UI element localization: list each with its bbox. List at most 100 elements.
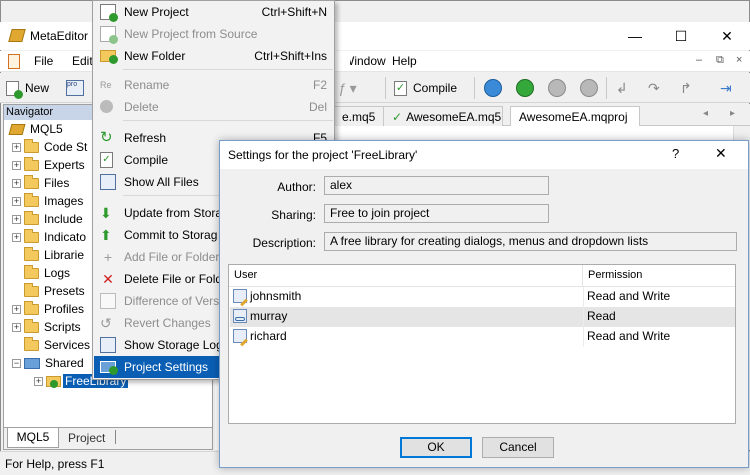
tree-item-label: Scripts: [44, 320, 81, 334]
menu-file[interactable]: File: [34, 54, 53, 68]
toggle-panel-icon[interactable]: ⇥: [720, 80, 740, 96]
project-icon[interactable]: pro: [66, 80, 84, 96]
cancel-button[interactable]: Cancel: [482, 437, 554, 458]
update-icon: ⬇: [100, 205, 112, 221]
tree-item[interactable]: Librarie: [24, 246, 84, 264]
tab-scroll-right-icon[interactable]: ▸: [730, 108, 735, 119]
step-into-icon[interactable]: ↲: [616, 80, 636, 96]
user-row[interactable]: richard Read and Write: [230, 327, 735, 347]
expand-icon[interactable]: +: [12, 232, 21, 242]
menu-item-label: New Folder: [124, 49, 186, 63]
menu-item-new-folder[interactable]: New Folder Ctrl+Shift+Ins: [94, 45, 335, 67]
compile-icon: ✓: [100, 152, 113, 168]
user-row-selected[interactable]: murray Read: [230, 307, 735, 327]
minimize-button[interactable]: —: [612, 24, 658, 48]
dialog-close-icon[interactable]: ✕: [715, 145, 727, 162]
tree-item-label: Images: [44, 194, 84, 208]
menu-help[interactable]: Help: [392, 54, 417, 68]
expand-icon[interactable]: +: [12, 178, 21, 188]
revert-icon: ↺: [100, 315, 112, 331]
expand-icon[interactable]: +: [12, 142, 21, 152]
tree-item[interactable]: + Scripts: [12, 318, 81, 336]
doc-close-icon[interactable]: ×: [736, 54, 742, 66]
user-edit-icon: [233, 329, 248, 347]
menu-item-rename[interactable]: Re Rename F2: [94, 74, 335, 96]
doc-minimize-icon[interactable]: –: [696, 54, 702, 66]
tree-item[interactable]: Services: [24, 336, 90, 354]
doc-restore-icon[interactable]: ⧉: [716, 54, 724, 67]
folder-icon: [24, 282, 39, 297]
menu-item-new-project-from-source[interactable]: New Project from Source: [94, 23, 335, 45]
tab-scroll-left-icon[interactable]: ◂: [703, 108, 708, 119]
expand-icon[interactable]: +: [12, 214, 21, 224]
menu-item-shortcut: F2: [312, 78, 327, 92]
new-button[interactable]: New: [6, 76, 49, 100]
commit-icon: ⬆: [100, 227, 112, 243]
tree-root[interactable]: MQL5: [8, 120, 63, 138]
tab-mql5[interactable]: MQL5: [7, 428, 59, 448]
user-row[interactable]: johnsmith Read and Write: [230, 287, 735, 307]
menu-item-label: Compile: [124, 153, 169, 167]
expand-icon[interactable]: +: [12, 196, 21, 206]
document-icon[interactable]: [8, 54, 20, 69]
format-icon: ƒ ▾: [338, 79, 357, 96]
help-icon[interactable]: ?: [672, 146, 679, 161]
tree-item[interactable]: + Images: [12, 192, 83, 210]
tree-item[interactable]: + Indicato: [12, 228, 86, 246]
menu-item-delete[interactable]: Delete Del: [94, 96, 335, 118]
maximize-button[interactable]: ☐: [658, 24, 704, 48]
expand-icon[interactable]: +: [12, 304, 21, 314]
user-name: murray: [250, 309, 288, 323]
tab-label: e.mq5: [342, 109, 376, 124]
user-permission: Read: [587, 309, 616, 323]
column-header-permission[interactable]: Permission: [583, 265, 735, 287]
delete-icon: [100, 100, 113, 113]
menu-item-new-project[interactable]: New Project Ctrl+Shift+N: [94, 1, 335, 23]
description-label: Description:: [252, 236, 316, 250]
tab-divider: [115, 430, 116, 444]
toolbar-separator: [606, 77, 607, 99]
compile-button[interactable]: ✓ Compile: [394, 76, 457, 100]
step-out-icon[interactable]: ↱: [680, 80, 700, 96]
start-real-icon[interactable]: [516, 79, 534, 97]
user-name: johnsmith: [250, 289, 302, 303]
tree-item[interactable]: + Include: [12, 210, 83, 228]
tree-item[interactable]: Logs: [24, 264, 70, 282]
new-label: New: [25, 81, 50, 95]
column-header-user[interactable]: User: [229, 265, 583, 287]
user-read-icon: [233, 309, 247, 323]
user-permission: Read and Write: [587, 289, 671, 303]
project-settings-icon: [100, 361, 118, 375]
tab-project[interactable]: Project: [68, 431, 105, 445]
refresh-icon: ↻: [100, 129, 113, 146]
tree-item[interactable]: + Files: [12, 174, 69, 192]
ok-button[interactable]: OK: [400, 437, 472, 458]
tab-document[interactable]: ✓ AwesomeEA.mq5: [383, 106, 503, 126]
collapse-icon[interactable]: −: [12, 358, 21, 368]
menu-separator: [123, 120, 333, 121]
format-button[interactable]: ƒ ▾: [338, 76, 357, 100]
menu-item-label: New Project from Source: [124, 27, 258, 41]
stop-icon[interactable]: [580, 79, 598, 97]
expand-icon[interactable]: +: [12, 160, 21, 170]
expand-icon[interactable]: +: [12, 322, 21, 332]
tree-item[interactable]: + Profiles: [12, 300, 84, 318]
start-debug-icon[interactable]: [484, 79, 502, 97]
tree-item-label: Librarie: [44, 248, 85, 262]
tree-item-label: Files: [44, 176, 70, 190]
tab-document-active[interactable]: AwesomeEA.mqproj: [510, 106, 640, 126]
description-field: A free library for creating dialogs, men…: [324, 232, 737, 251]
tree-item[interactable]: + Code St: [12, 138, 87, 156]
folder-icon: [24, 156, 39, 171]
pause-icon[interactable]: [548, 79, 566, 97]
project-folder-icon: [46, 375, 61, 388]
expand-icon[interactable]: +: [34, 376, 43, 386]
users-list: User Permission johnsmith Read and Write…: [228, 264, 736, 424]
close-button[interactable]: ✕: [704, 24, 750, 48]
menu-item-label: Rename: [124, 78, 170, 92]
step-over-icon[interactable]: ↷: [648, 80, 668, 96]
tree-item[interactable]: + Experts: [12, 156, 85, 174]
tree-item[interactable]: Presets: [24, 282, 85, 300]
menu-edit[interactable]: Edit: [72, 54, 93, 68]
tree-item-shared[interactable]: − Shared: [12, 354, 84, 372]
